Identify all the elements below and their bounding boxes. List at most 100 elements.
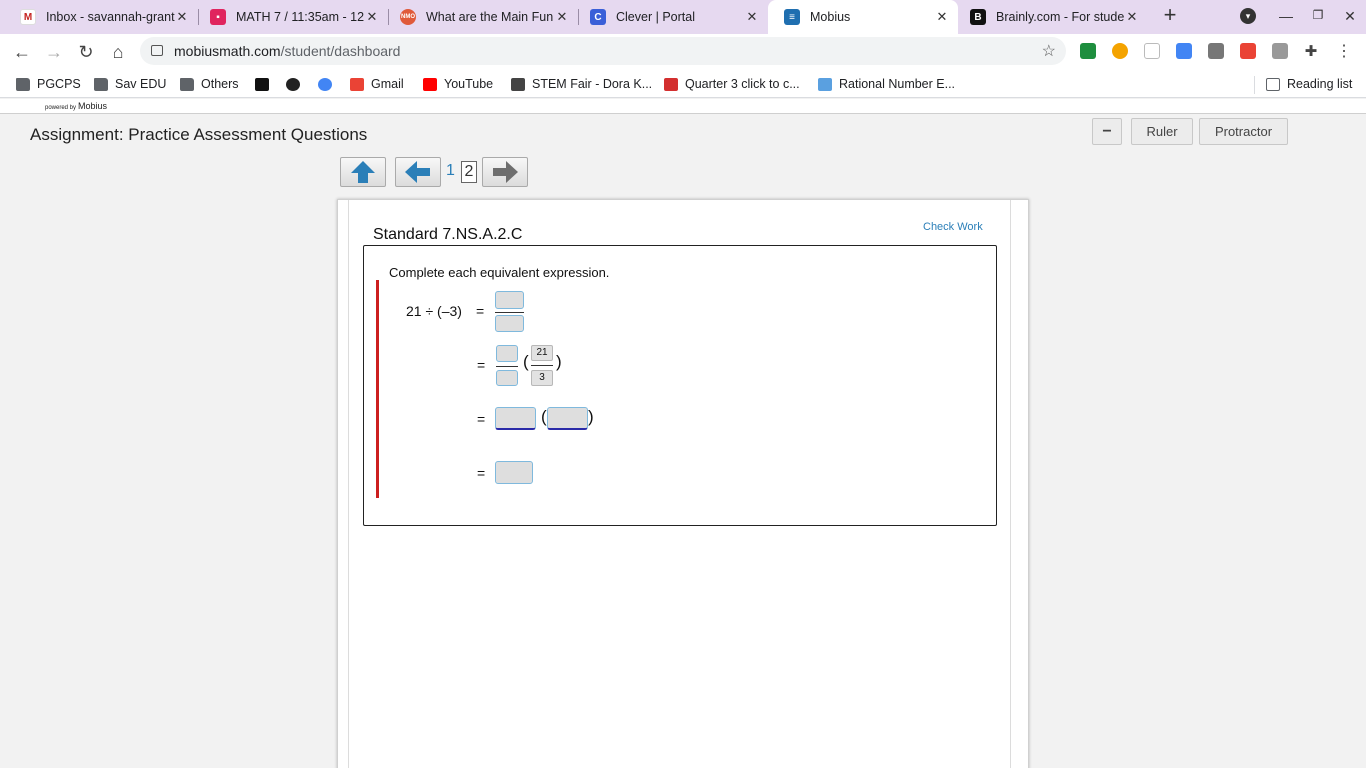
extension-icon[interactable] [1272,43,1288,59]
collapse-button[interactable]: − [1092,118,1122,145]
reload-icon[interactable]: ↻ [74,40,98,64]
bookmark-label: Rational Number E... [839,77,956,91]
close-icon[interactable]: ✕ [554,9,570,25]
bookmark-quarter-3[interactable]: Quarter 3 click to c... [664,75,800,93]
mobius-brand: Mobius [78,101,108,111]
gmail-icon: M [20,9,36,25]
minimize-icon[interactable]: — [1277,8,1295,24]
folder-icon [180,77,194,91]
close-icon[interactable]: ✕ [934,9,950,25]
folder-icon [16,77,30,91]
extension-on-icon[interactable] [1112,43,1128,59]
bookmark-youtube[interactable]: YouTube [423,75,493,93]
denominator-input-1[interactable] [495,315,524,332]
protractor-button[interactable]: Protractor [1199,118,1288,145]
bookmarks-bar: PGCPS Sav EDU Others Gmail YouTube STEM … [0,70,1366,98]
bookmark-gmail[interactable]: Gmail [350,75,404,93]
open-parenthesis: ( [541,407,547,426]
given-denominator: 3 [531,370,553,386]
bookmark-label: PGCPS [37,77,81,91]
standard-heading: Standard 7.NS.A.2.C [373,226,523,243]
check-work-link[interactable]: Check Work [923,221,983,233]
translate-icon[interactable] [1176,43,1192,59]
google-icon [318,77,332,91]
home-icon[interactable]: ⌂ [106,40,130,64]
powered-by-logo: powered by Mobius [45,101,107,111]
tab-inbox[interactable]: M Inbox - savannah-grant ✕ [4,2,198,32]
reading-list-button[interactable]: Reading list [1266,75,1352,93]
back-icon[interactable]: ← [10,40,34,64]
extension-icon[interactable] [1144,43,1160,59]
bookmark-others[interactable]: Others [180,75,239,93]
factor-input-1[interactable] [495,407,536,430]
open-parenthesis: ( [523,352,529,371]
classroom-extension-icon[interactable] [1080,43,1096,59]
up-button[interactable] [340,157,386,187]
menu-icon[interactable]: ⋮ [1332,40,1356,64]
result-input[interactable] [495,461,533,484]
powered-by-text: powered by [45,105,77,111]
bookmark-rational-number[interactable]: Rational Number E... [818,75,955,93]
brainly-icon: B [970,9,986,25]
previous-button[interactable] [395,157,441,187]
close-icon[interactable]: ✕ [364,9,380,25]
denominator-input-2[interactable] [496,370,518,386]
new-tab-button[interactable]: + [1160,4,1180,26]
tab-math7[interactable]: ▪ MATH 7 / 11:35am - 12 ✕ [194,2,388,32]
bookmark-google[interactable] [318,75,339,93]
close-icon[interactable]: ✕ [174,9,190,25]
tab-brainly[interactable]: B Brainly.com - For stude ✕ [954,2,1148,32]
close-icon[interactable]: ✕ [744,9,760,25]
equals-sign: = [477,357,486,373]
bookmark-sav-edu[interactable]: Sav EDU [94,75,166,93]
next-button[interactable] [482,157,528,187]
apps-extension-icon[interactable] [1240,43,1256,59]
arrow-right-icon [493,161,518,183]
bookmark-label: Gmail [371,77,404,91]
bookmark-flipgrid[interactable] [255,75,276,93]
address-bar[interactable]: mobiusmath.com/student/dashboard ☆ [140,37,1066,65]
folder-icon [94,77,108,91]
close-icon[interactable]: ✕ [1124,9,1140,25]
bookmark-stem-fair[interactable]: STEM Fair - Dora K... [511,75,652,93]
browser-toolbar: ← → ↻ ⌂ mobiusmath.com/student/dashboard… [0,34,1366,70]
forward-icon[interactable]: → [42,40,66,64]
given-numerator: 21 [531,345,553,361]
page-2-link[interactable]: 2 [461,161,477,183]
close-parenthesis: ) [556,352,562,371]
extension-icon[interactable] [1208,43,1224,59]
nmo-icon: NMO [400,9,416,25]
quarter-icon [664,77,678,91]
tab-main-functions[interactable]: NMO What are the Main Fun ✕ [384,2,578,32]
arrow-up-icon [351,161,375,183]
bookmark-globe[interactable] [286,75,307,93]
bookmark-star-icon[interactable]: ☆ [1042,41,1056,61]
bookmark-label: Sav EDU [115,77,167,91]
extensions-puzzle-icon[interactable]: ✚ [1299,40,1323,64]
bookmarks-divider [1254,76,1255,94]
rational-icon [818,77,832,91]
fraction-bar [496,366,518,367]
factor-input-2[interactable] [547,407,588,430]
equals-sign: = [477,411,486,427]
w-icon [511,77,525,91]
tab-search-icon[interactable]: ▾ [1240,8,1256,24]
tab-strip: M Inbox - savannah-grant ✕ ▪ MATH 7 / 11… [0,0,1366,34]
restore-icon[interactable]: ❐ [1309,8,1327,22]
tab-clever[interactable]: C Clever | Portal ✕ [574,2,768,32]
bookmark-pgcps[interactable]: PGCPS [16,75,81,93]
close-window-icon[interactable]: ✕ [1341,8,1359,25]
ruler-button[interactable]: Ruler [1131,118,1193,145]
page-info-icon[interactable] [151,45,163,56]
url-path: /student/dashboard [280,43,401,59]
numerator-input-2[interactable] [496,345,518,362]
tab-mobius[interactable]: ≡ Mobius ✕ [768,0,958,34]
url-text[interactable]: mobiusmath.com/student/dashboard [174,43,400,59]
current-page-number: 1 [446,162,455,179]
numerator-input-1[interactable] [495,291,524,309]
division-expression: 21 ÷ (–3) [406,303,462,319]
arrow-left-icon [405,161,430,183]
mobius-header: powered by Mobius [0,99,1366,114]
equals-sign: = [476,303,485,319]
reading-list-label: Reading list [1287,77,1353,91]
